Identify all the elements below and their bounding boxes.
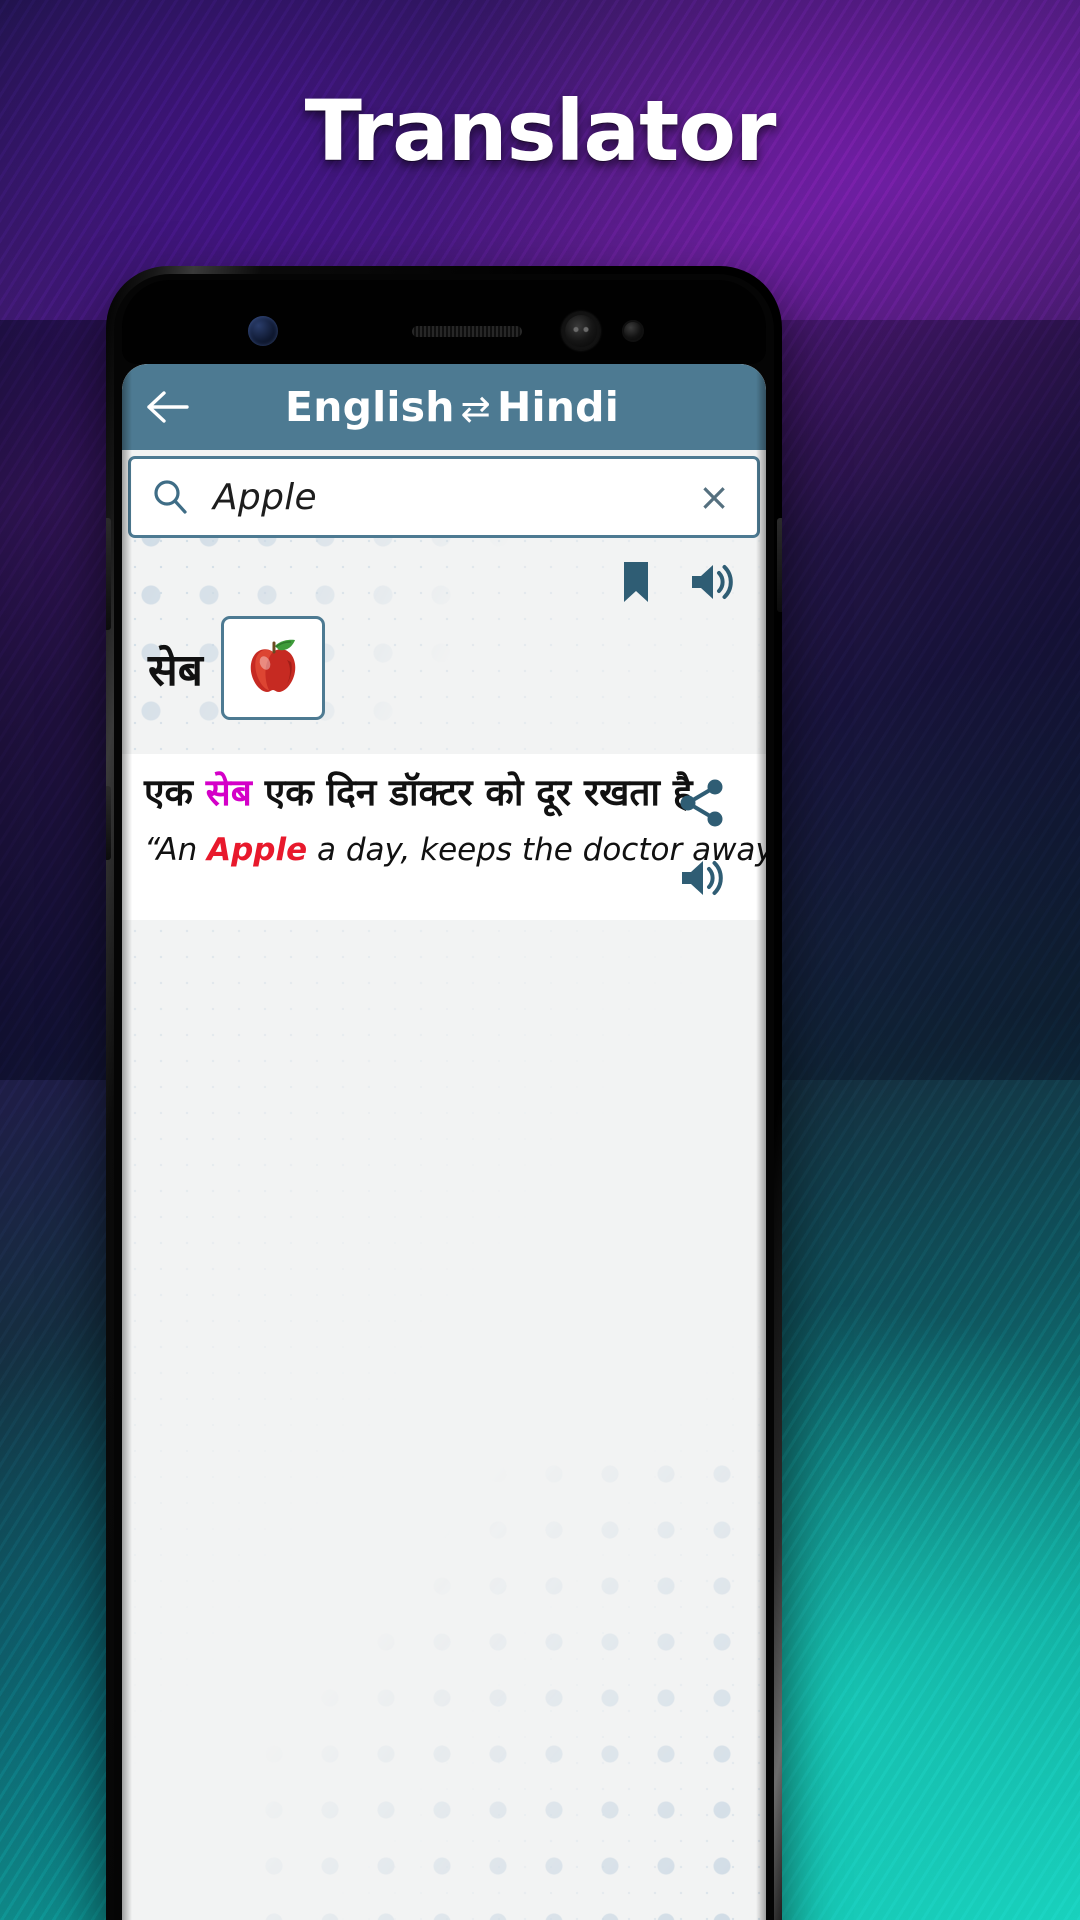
sentence-action-bar bbox=[660, 768, 744, 900]
phone-screen: English ⇄ Hindi Apple × सेब एक सेब एक दि… bbox=[122, 364, 766, 1920]
example-sentence-card: एक सेब एक दिन डॉक्टर को दूर रखता है “An … bbox=[122, 754, 766, 920]
earpiece-speaker-icon bbox=[412, 326, 522, 337]
search-bar[interactable]: Apple × bbox=[128, 456, 760, 538]
content-area: Apple × सेब एक सेब एक दिन डॉक्टर को दूर … bbox=[122, 450, 766, 1920]
volume-button[interactable] bbox=[106, 518, 111, 630]
app-bar: English ⇄ Hindi bbox=[122, 364, 766, 450]
sentence-hindi: एक सेब एक दिन डॉक्टर को दूर रखता है bbox=[144, 768, 693, 818]
share-icon[interactable] bbox=[676, 778, 728, 828]
sentence-hindi-highlight: सेब bbox=[205, 771, 252, 814]
translation-result-card: सेब bbox=[122, 538, 766, 738]
result-action-bar bbox=[144, 552, 744, 612]
speaker-icon[interactable] bbox=[688, 560, 736, 604]
search-icon bbox=[151, 478, 189, 516]
word-image[interactable] bbox=[220, 616, 325, 720]
sentence-english-highlight: Apple bbox=[207, 831, 308, 868]
iris-sensor-icon bbox=[248, 316, 278, 346]
dot-pattern-bottom bbox=[246, 1446, 766, 1920]
sentence-texts: एक सेब एक दिन डॉक्टर को दूर रखता है “An … bbox=[144, 768, 766, 868]
target-language-label: Hindi bbox=[497, 383, 619, 431]
search-input[interactable]: Apple bbox=[213, 477, 691, 518]
power-button[interactable] bbox=[777, 518, 782, 612]
source-language-label: English bbox=[285, 383, 455, 431]
translated-word-row: सेब bbox=[144, 616, 744, 720]
clear-search-button[interactable]: × bbox=[691, 474, 737, 520]
assistant-button[interactable] bbox=[106, 786, 111, 860]
sentence-hindi-after: एक दिन डॉक्टर को दूर रखता है bbox=[251, 771, 693, 814]
front-camera-icon bbox=[562, 312, 600, 350]
translated-word: सेब bbox=[148, 645, 203, 696]
phone-top-bar bbox=[122, 280, 766, 364]
sentence-english: “An Apple a day, keeps the doctor away” bbox=[144, 831, 766, 868]
phone-mockup: English ⇄ Hindi Apple × सेब एक सेब एक दि… bbox=[106, 266, 782, 1920]
speaker-icon[interactable] bbox=[678, 856, 726, 900]
sentence-english-before: “An bbox=[144, 831, 208, 868]
page-title: English ⇄ Hindi bbox=[196, 383, 708, 431]
sentence-hindi-before: एक bbox=[144, 771, 206, 814]
back-button[interactable] bbox=[140, 379, 196, 435]
promo-title: Translator bbox=[304, 82, 777, 180]
bookmark-icon[interactable] bbox=[618, 560, 654, 604]
swap-languages-icon[interactable]: ⇄ bbox=[455, 389, 497, 430]
proximity-sensor-icon bbox=[622, 320, 644, 342]
